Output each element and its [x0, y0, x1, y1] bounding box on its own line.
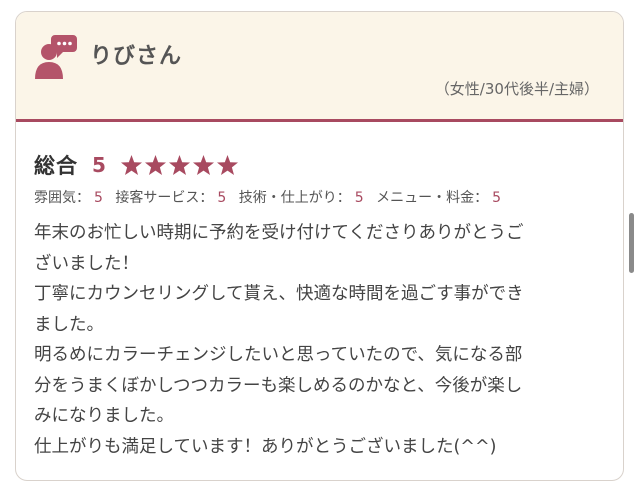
- review-line: 仕上がりも満足しています！ありがとうございました(^^): [34, 436, 497, 457]
- star-icon: [144, 154, 166, 176]
- review-line: ました。: [34, 314, 104, 335]
- sub-rating-atmosphere: 雰囲気： 5: [34, 190, 103, 206]
- overall-rating: 総合 5: [34, 150, 240, 180]
- overall-label: 総合: [34, 154, 78, 178]
- review-line: 明るめにカラーチェンジしたいと思っていたので、気になる部: [34, 345, 523, 365]
- star-icon: [168, 154, 190, 176]
- review-header: りびさん （女性/30代後半/主婦）: [16, 12, 623, 122]
- sub-rating-menu-price: メニュー・料金： 5: [376, 190, 502, 206]
- review-card: りびさん （女性/30代後半/主婦） 総合 5 雰囲気： 5 接客サービス： 5 技…: [15, 11, 624, 481]
- review-line: 年末のお忙しい時期に予約を受け付けてくださりありがとうご: [34, 223, 524, 243]
- review-line: 分をうまくぼかしつつカラーも楽しめるのかなと、今後が楽し: [34, 375, 523, 396]
- review-line: ざいました！: [34, 253, 139, 274]
- review-text: 年末のお忙しい時期に予約を受け付けてくださりありがとうご ざいました！ 丁寧にカ…: [34, 218, 610, 462]
- review-line: みになりました。: [34, 406, 174, 426]
- user-comment-icon: [35, 35, 77, 79]
- reviewer-name: りびさん: [90, 44, 183, 69]
- sub-ratings: 雰囲気： 5 接客サービス： 5 技術・仕上がり： 5 メニュー・料金： 5: [34, 187, 509, 207]
- star-icon: [120, 154, 142, 176]
- sub-rating-technique: 技術・仕上がり： 5: [238, 190, 364, 206]
- scrollbar-thumb[interactable]: [629, 213, 634, 273]
- star-rating: [120, 154, 240, 176]
- star-icon: [216, 154, 238, 176]
- review-line: 丁寧にカウンセリングして貰え、快適な時間を過ごす事ができ: [34, 284, 524, 304]
- overall-score: 5: [92, 153, 106, 177]
- sub-rating-service: 接客サービス： 5: [115, 190, 227, 206]
- review-body: 総合 5 雰囲気： 5 接客サービス： 5 技術・仕上がり： 5 メニュー・料金： 5 …: [16, 122, 623, 480]
- star-icon: [192, 154, 214, 176]
- reviewer-meta: （女性/30代後半/主婦）: [434, 80, 599, 98]
